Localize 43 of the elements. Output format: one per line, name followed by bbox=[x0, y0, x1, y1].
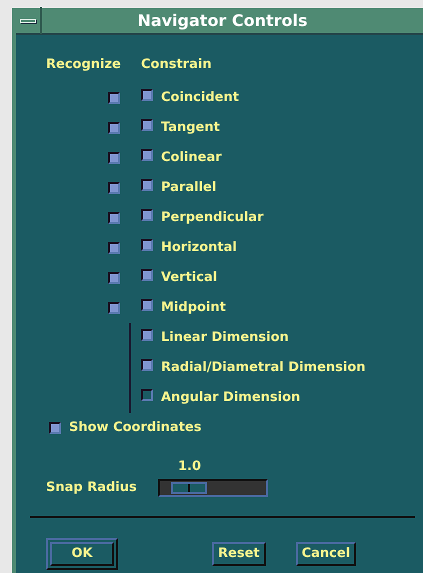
checkbox[interactable] bbox=[141, 388, 153, 401]
slider-value: 1.0 bbox=[178, 458, 202, 474]
slider-thumb[interactable] bbox=[170, 482, 206, 494]
checkbox[interactable] bbox=[141, 208, 153, 221]
checkbox[interactable] bbox=[141, 358, 153, 371]
window-menu-icon[interactable] bbox=[20, 18, 36, 22]
column-header: Recognize bbox=[46, 56, 122, 74]
window-title: Navigator Controls bbox=[137, 10, 308, 30]
dialog-button[interactable]: OK bbox=[50, 542, 114, 566]
checkbox[interactable] bbox=[49, 422, 61, 434]
checkbox[interactable] bbox=[108, 92, 120, 104]
checkbox[interactable] bbox=[108, 152, 120, 164]
dialog-button[interactable]: Cancel bbox=[296, 542, 356, 566]
checkbox[interactable] bbox=[108, 212, 120, 224]
checkbox[interactable] bbox=[141, 268, 153, 281]
column-header: Constrain bbox=[141, 56, 212, 74]
checkbox-label: Tangent bbox=[161, 118, 220, 137]
checkbox[interactable] bbox=[108, 272, 120, 284]
checkbox[interactable] bbox=[141, 328, 153, 341]
dialog-button[interactable]: Reset bbox=[212, 542, 266, 566]
checkbox[interactable] bbox=[141, 178, 153, 191]
checkbox-label: Colinear bbox=[161, 148, 222, 167]
checkbox-label: Radial/Diametral Dimension bbox=[161, 358, 366, 377]
checkbox-label: Parallel bbox=[161, 178, 216, 197]
checkbox[interactable] bbox=[108, 242, 120, 254]
checkbox-label: Angular Dimension bbox=[161, 388, 300, 407]
checkbox-label: Horizontal bbox=[161, 238, 237, 257]
checkbox-label: Show Coordinates bbox=[69, 418, 202, 437]
slider-label: Snap Radius bbox=[46, 479, 138, 497]
checkbox-label: Vertical bbox=[161, 268, 218, 287]
checkbox[interactable] bbox=[141, 118, 153, 131]
checkbox-label: Perpendicular bbox=[161, 208, 264, 227]
checkbox-label: Midpoint bbox=[161, 298, 226, 317]
checkbox[interactable] bbox=[141, 298, 153, 311]
slider[interactable] bbox=[158, 478, 268, 497]
checkbox[interactable] bbox=[141, 88, 153, 101]
checkbox[interactable] bbox=[108, 122, 120, 134]
checkbox[interactable] bbox=[141, 238, 153, 251]
checkbox-label: Coincident bbox=[161, 88, 239, 107]
checkbox-label: Linear Dimension bbox=[161, 328, 289, 347]
checkbox[interactable] bbox=[141, 148, 153, 161]
checkbox[interactable] bbox=[108, 182, 120, 194]
checkbox[interactable] bbox=[108, 302, 120, 314]
